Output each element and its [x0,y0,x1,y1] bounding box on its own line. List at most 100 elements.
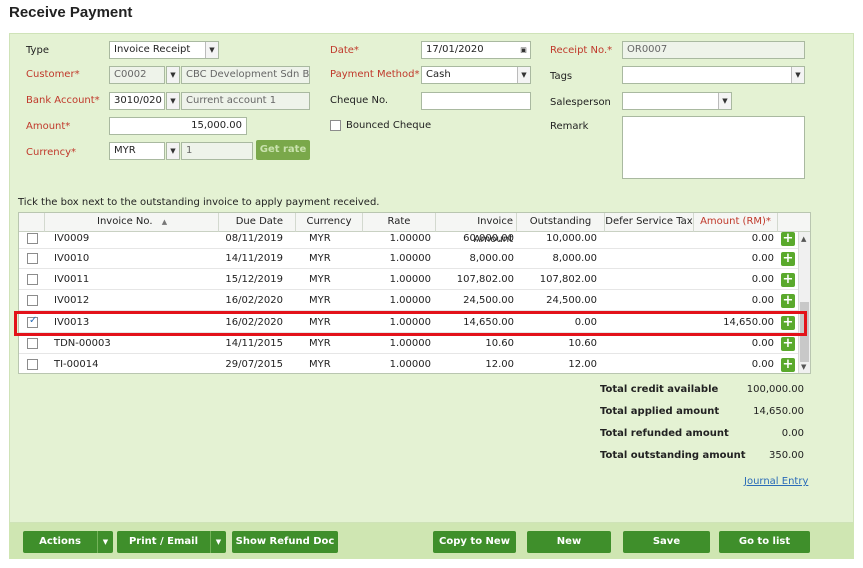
get-rate-button[interactable]: Get rate [256,140,310,160]
currency-cell: MYR [309,274,331,285]
amount-rm-cell[interactable]: 0.00 [694,248,774,269]
chevron-down-icon[interactable]: ▼ [97,531,113,553]
plus-icon[interactable]: + [781,316,795,330]
calendar-icon[interactable]: ▣ [517,42,530,58]
table-row[interactable]: TDN-00003 14/11/2015 MYR 1.00000 10.60 10.60 0… [19,333,799,354]
amount-rm-cell[interactable]: 0.00 [694,228,774,249]
plus-icon[interactable]: + [781,273,795,287]
cheque-no-field[interactable] [421,92,531,110]
scroll-up-icon[interactable]: ▲ [801,235,806,243]
table-row[interactable]: IV0010 14/11/2019 MYR 1.00000 8,000.00 8,000.… [19,248,799,269]
row-checkbox[interactable] [27,359,38,370]
chevron-down-icon[interactable]: ▼ [166,66,180,84]
customer-name-field[interactable]: CBC Development Sdn Bhd [181,66,310,84]
invoice-no-cell[interactable]: TI-00014 [54,354,98,373]
chevron-down-icon[interactable]: ▼ [791,67,804,83]
print-email-button[interactable]: Print / Email [117,531,210,553]
currency-select[interactable]: MYR [109,142,165,160]
bank-account-code-field[interactable]: 3010/020 [109,92,165,110]
journal-entry-link[interactable]: Journal Entry [744,476,808,487]
amount-rm-cell[interactable]: 0.00 [694,290,774,311]
amount-rm-cell[interactable]: 0.00 [694,269,774,290]
customer-label: Customer* [26,69,80,80]
sort-asc-icon[interactable]: ▲ [162,218,167,226]
invoice-no-cell[interactable]: IV0012 [54,290,89,311]
row-checkbox[interactable] [27,315,38,328]
rate-cell: 1.00000 [389,274,431,285]
go-to-list-button[interactable]: Go to list [719,531,810,553]
scroll-down-icon[interactable]: ▼ [801,363,806,371]
payment-method-select[interactable]: Cash ▼ [421,66,531,84]
table-row[interactable]: IV0009 08/11/2019 MYR 1.00000 60,000.00 10,00… [19,228,799,249]
rate-cell: 1.00000 [389,359,431,370]
page-title: Receive Payment [9,4,133,21]
remark-textarea[interactable] [622,116,805,179]
chevron-down-icon[interactable]: ▼ [517,67,530,83]
plus-icon[interactable]: + [781,337,795,351]
invoice-no-cell[interactable]: IV0009 [54,228,89,249]
amount-rm-cell[interactable]: 0.00 [694,354,774,373]
actions-button[interactable]: Actions [23,531,97,553]
chevron-down-icon[interactable]: ▼ [718,93,731,109]
currency-cell: MYR [309,233,331,244]
invoice-no-cell[interactable]: IV0011 [54,269,89,290]
amount-rm-cell[interactable]: 14,650.00 [694,312,774,333]
invoice-no-cell[interactable]: TDN-00003 [54,333,111,354]
type-label: Type [26,45,49,56]
invoice-table: Invoice No. ▲ Due Date Currency Rate Inv… [18,212,811,374]
bounced-cheque-checkbox[interactable] [330,120,341,131]
row-checkbox[interactable] [27,233,38,244]
tags-select[interactable]: ▼ [622,66,805,84]
chevron-down-icon[interactable]: ▼ [166,142,180,160]
chevron-down-icon[interactable]: ▼ [166,92,180,110]
table-row[interactable]: IV0011 15/12/2019 MYR 1.00000 107,802.00 107,… [19,269,799,290]
copy-to-new-button[interactable]: Copy to New [433,531,516,553]
currency-label: Currency* [26,147,77,158]
row-checkbox[interactable] [27,274,38,285]
outstanding-cell: 8,000.00 [552,253,597,264]
rate-cell: 1.00000 [389,253,431,264]
amount-rm-cell[interactable]: 0.00 [694,333,774,354]
plus-icon[interactable]: + [781,252,795,266]
plus-icon[interactable]: + [781,294,795,308]
table-row[interactable]: IV0012 16/02/2020 MYR 1.00000 24,500.00 24,50… [19,290,799,311]
salesperson-select[interactable]: ▼ [622,92,732,110]
currency-cell: MYR [309,295,331,306]
table-row[interactable]: TI-00014 29/07/2015 MYR 1.00000 12.00 12.00 0.… [19,354,799,373]
row-checkbox[interactable] [27,338,38,349]
customer-code-field[interactable]: C0002 [109,66,165,84]
invoice-no-cell[interactable]: IV0013 [54,312,89,333]
bank-account-name-field[interactable]: Current account 1 [181,92,310,110]
row-checkbox[interactable] [27,253,38,264]
scrollbar-thumb[interactable] [800,302,809,362]
date-value: 17/01/2020 [426,44,484,55]
date-field[interactable]: 17/01/2020 ▣ [421,41,531,59]
total-value: 0.00 [781,428,804,439]
total-label: Total credit available [600,384,719,395]
outstanding-cell: 0.00 [574,317,597,328]
chevron-down-icon[interactable]: ▼ [205,42,218,58]
plus-icon[interactable]: + [781,358,795,372]
plus-icon[interactable]: + [781,232,795,246]
receipt-no-label: Receipt No.* [550,45,613,56]
save-button[interactable]: Save [623,531,710,553]
receipt-no-field[interactable]: OR0007 [622,41,805,59]
table-row[interactable]: IV0013 16/02/2020 MYR 1.00000 14,650.00 0.00 1… [19,312,799,333]
instruction-note: Tick the box next to the outstanding inv… [18,197,380,208]
show-refund-doc-button[interactable]: Show Refund Doc [232,531,338,553]
chevron-down-icon[interactable]: ▼ [210,531,226,553]
invoice-no-cell[interactable]: IV0010 [54,248,89,269]
currency-cell: MYR [309,317,331,328]
due-date-cell: 15/12/2019 [225,274,283,285]
rate-cell: 1.00000 [389,317,431,328]
table-scrollbar[interactable]: ▲ ▼ [798,232,810,373]
currency-cell: MYR [309,338,331,349]
invoice-no-header-label: Invoice No. [97,216,153,227]
currency-rate-field[interactable]: 1 [181,142,253,160]
type-select[interactable]: Invoice Receipt ▼ [109,41,219,59]
amount-field[interactable]: 15,000.00 [109,117,247,135]
new-button[interactable]: New [527,531,611,553]
invoice-amount-cell: 14,650.00 [463,317,514,328]
row-checkbox[interactable] [27,295,38,306]
total-value: 100,000.00 [746,384,804,395]
